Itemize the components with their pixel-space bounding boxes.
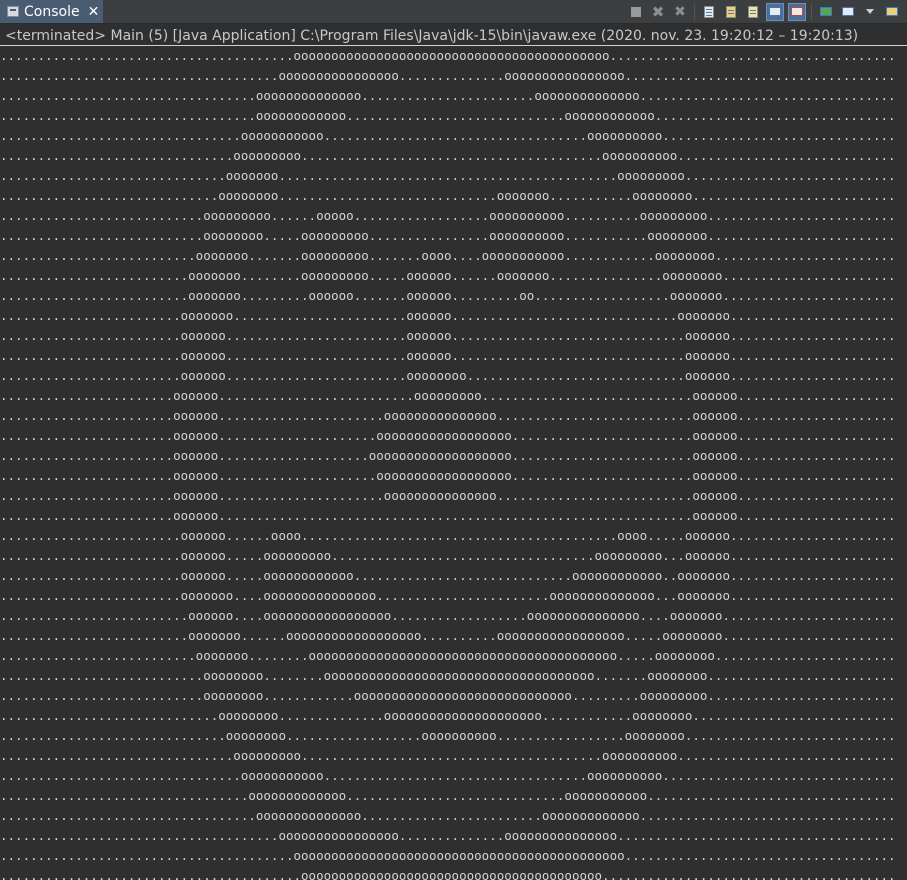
console-output-line: ..................................oooooo… [0,808,896,823]
console-output-line: .......................oooooo...........… [0,488,896,503]
console-output-line: ..................................oooooo… [0,88,896,103]
toolbar-separator [811,3,812,20]
console-output-line: ..............................oooooooo..… [0,728,896,743]
new-console-icon[interactable] [883,3,901,21]
console-output-line: ..............................ooooooo...… [0,168,896,183]
console-output-line: ........................oooooo.....ooooo… [0,548,896,563]
terminate-icon[interactable] [627,3,645,21]
console-output-line: ...........................oooooooo.....… [0,688,896,703]
console-output-line: ........................ooooooo.........… [0,308,896,323]
close-icon[interactable]: ✕ [88,4,100,20]
console-output-line: .........................ooooooo......oo… [0,628,896,643]
console-output-line: ...........................oooooooo.....… [0,668,896,683]
console-output-line: ........................oooooo......oooo… [0,528,896,543]
remove-all-terminated-icon[interactable]: ✖ [671,3,689,21]
console-output-line: .......................oooooo...........… [0,388,896,403]
console-icon [7,6,19,17]
console-output-line: .......................................o… [0,848,896,863]
open-console-icon[interactable] [817,3,835,21]
console-tab[interactable]: Console ✕ [0,0,103,23]
console-output-line: .......................oooooo...........… [0,448,896,463]
console-output-line: ...............................ooooooooo… [0,748,896,763]
console-output-line: ........................oooooo..........… [0,368,896,383]
console-output-line: .......................................o… [0,48,896,63]
process-status-line: <terminated> Main (5) [Java Application]… [0,27,907,45]
console-output-line: ..................................oooooo… [0,108,896,123]
console-output-line: ...........................ooooooooo....… [0,208,896,223]
console-output-line: ..........................ooooooo.......… [0,248,896,263]
pin-console-icon[interactable] [744,3,762,21]
remove-launch-icon[interactable]: ✖ [649,3,667,21]
console-output-line: .....................................ooo… [0,828,896,843]
console-output-line: .........................oooooo....ooooo… [0,608,896,623]
console-toolbar: ✖ ✖ [627,0,907,23]
chevron-down-icon[interactable] [861,3,879,21]
console-output-line: ........................ooooooo....ooooo… [0,588,896,603]
console-output-line: ...........................oooooooo.....… [0,228,896,243]
toolbar-separator [694,3,695,20]
console-output-line: ...............................ooooooooo… [0,148,896,163]
scroll-lock-icon[interactable] [700,3,718,21]
console-output[interactable]: .......................................o… [0,46,907,880]
console-output-line: .........................ooooooo........… [0,288,896,303]
console-output-line: ........................................… [0,868,896,880]
console-output-line: .............................oooooooo...… [0,708,896,723]
console-output-line: ........................oooooo.....ooooo… [0,568,896,583]
show-on-output-icon[interactable] [722,3,740,21]
console-tab-label: Console [24,3,80,20]
console-output-line: .................................ooooooo… [0,788,896,803]
console-output-line: .........................ooooooo........… [0,268,896,283]
display-console-icon[interactable] [839,3,857,21]
console-output-line: ........................oooooo..........… [0,328,896,343]
show-stderr-icon[interactable] [788,2,806,21]
console-output-line: ................................oooooooo… [0,768,896,783]
console-output-line: .....................................ooo… [0,68,896,83]
show-stdout-icon[interactable] [766,2,784,21]
console-output-line: .......................oooooo...........… [0,468,896,483]
console-output-line: .......................oooooo...........… [0,508,896,523]
console-output-line: ..........................ooooooo.......… [0,648,896,663]
console-output-line: .......................oooooo...........… [0,428,896,443]
console-tab-bar: Console ✕ ✖ ✖ [0,0,907,24]
console-output-line: .......................oooooo...........… [0,408,896,423]
console-output-line: ........................oooooo..........… [0,348,896,363]
console-output-line: ................................oooooooo… [0,128,896,143]
console-output-line: .............................oooooooo...… [0,188,896,203]
